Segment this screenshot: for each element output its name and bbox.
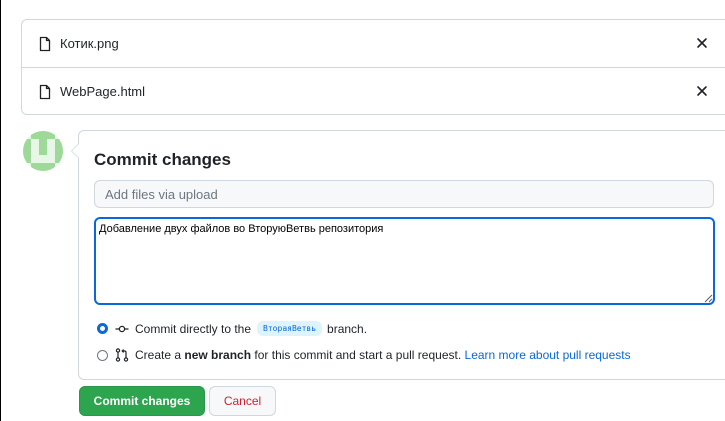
option-text: Commit directly to the <box>135 321 252 336</box>
option-text: for this commit and start a pull request… <box>254 348 462 362</box>
file-row: Котик.png <box>22 20 725 67</box>
new-branch-radio[interactable] <box>97 349 108 361</box>
option-text-bold: new branch <box>184 348 252 362</box>
close-icon[interactable] <box>694 35 710 51</box>
commit-summary-input[interactable] <box>94 180 714 208</box>
caret <box>72 144 79 158</box>
uploaded-files-list: Котик.png WebPage.html <box>21 19 725 115</box>
commit-direct-option[interactable]: Commit directly to the ВтораяВетвь branc… <box>97 321 367 336</box>
learn-more-link[interactable]: Learn more about pull requests <box>465 348 631 362</box>
new-branch-option[interactable]: Create a new branch for this commit and … <box>97 348 631 362</box>
option-text: branch. <box>327 321 368 336</box>
branch-name-badge: ВтораяВетвь <box>257 321 323 336</box>
git-pull-request-icon <box>115 348 129 362</box>
file-icon <box>39 36 51 52</box>
commit-description-input[interactable]: Добавление двух файлов во ВторуюВетвь ре… <box>94 217 715 305</box>
avatar <box>23 131 63 171</box>
cancel-button[interactable]: Cancel <box>209 386 276 416</box>
file-name: WebPage.html <box>60 83 146 99</box>
option-text: Create a <box>135 348 182 362</box>
resize-grip-icon[interactable] <box>704 294 713 303</box>
file-icon <box>39 84 51 100</box>
commit-form: Commit changes Добавление двух файлов во… <box>71 130 725 380</box>
upload-page: Котик.png WebPage.html Commit changes Ad… <box>0 0 725 421</box>
commit-title: Commit changes <box>94 150 231 169</box>
git-commit-icon <box>115 325 129 332</box>
file-name: Котик.png <box>60 36 119 51</box>
close-icon[interactable] <box>694 83 710 99</box>
file-row: WebPage.html <box>22 67 725 114</box>
identicon-icon <box>23 131 63 171</box>
commit-direct-radio[interactable] <box>97 323 108 334</box>
commit-changes-button[interactable]: Commit changes <box>79 386 205 416</box>
